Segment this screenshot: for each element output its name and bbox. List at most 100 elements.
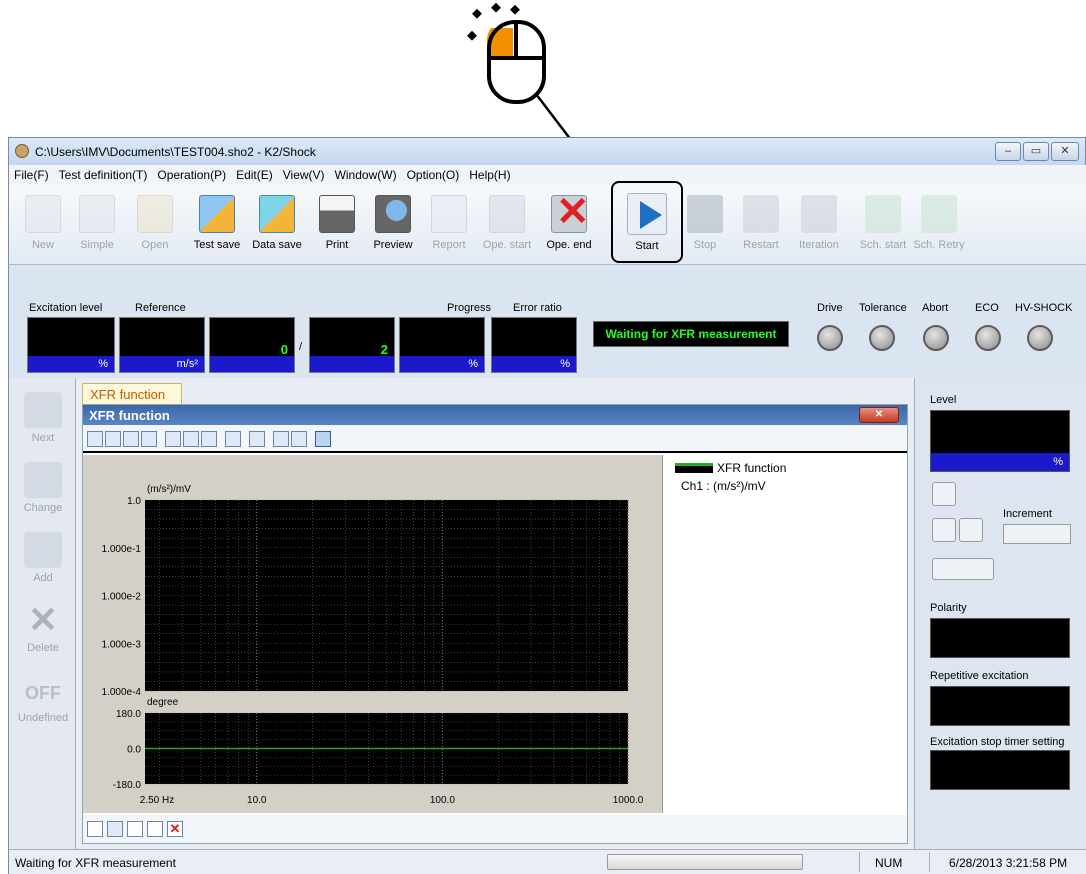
layout-horizontal-icon[interactable] (87, 821, 103, 837)
graph-toolbar (83, 425, 907, 453)
toolbar-preview-button[interactable]: Preview (365, 191, 421, 259)
zoom-icon[interactable] (165, 431, 181, 447)
statusbar-datetime: 6/28/2013 3:21:58 PM (949, 856, 1068, 870)
menu-view[interactable]: View(V) (278, 165, 330, 185)
undefined-button[interactable]: OFF Undefined (13, 670, 73, 734)
toolbar-restart-button[interactable]: Restart (733, 191, 789, 259)
subwindow-close-button[interactable]: ✕ (859, 407, 899, 423)
test-save-icon (199, 195, 235, 233)
progress-label: Progress (447, 302, 492, 314)
right-control-panel: Level % Increment Polarity Repetitive ex… (914, 378, 1086, 849)
repetitive-excitation-display (930, 686, 1070, 726)
toolbar-report-button[interactable]: Report (421, 191, 477, 259)
data-save-icon (259, 195, 295, 233)
off-icon: OFF (25, 683, 61, 703)
y-tick-label: 1.000e-3 (102, 639, 142, 650)
legend-swatch (675, 463, 713, 473)
scale-settings-icon[interactable] (249, 431, 265, 447)
toolbar-start-button[interactable]: Start (611, 181, 683, 263)
y-tick-label: -180.0 (113, 780, 142, 791)
graph-area: 1.0 1.000e-1 1.000e-2 1.000e-3 1.000e-4 (m/s²… (83, 455, 663, 813)
menu-operation[interactable]: Operation(P) (152, 165, 231, 185)
subwindow-titlebar: XFR function ✕ (83, 405, 907, 425)
pencil-icon (24, 462, 62, 498)
toolbar-open-button[interactable]: Open (127, 191, 183, 259)
next-button[interactable]: Next (13, 390, 73, 454)
maximize-button[interactable]: ▭ (1023, 142, 1049, 161)
menu-help[interactable]: Help(H) (464, 165, 515, 185)
properties-icon[interactable] (225, 431, 241, 447)
add-button[interactable]: Add (13, 530, 73, 594)
toolbar-ope-end-button[interactable]: ✕ Ope. end (541, 191, 597, 259)
main-toolbar: New Simple Open Test save Data save Prin… (8, 181, 1086, 265)
play-icon (627, 193, 667, 235)
eco-lamp-icon (975, 325, 1001, 351)
layout-tile-icon[interactable] (127, 821, 143, 837)
left-command-bar: Next Change Add ✕ Delete OFF Undefined (8, 378, 76, 849)
y-tick-label: 0.0 (127, 745, 141, 756)
add-icon (24, 532, 62, 568)
close-button[interactable]: ✕ (1051, 142, 1079, 161)
menu-file[interactable]: File(F) (9, 165, 54, 185)
toolbar-sch-retry-button[interactable]: Sch. Retry (911, 191, 967, 259)
menu-option[interactable]: Option(O) (402, 165, 465, 185)
menu-test-definition[interactable]: Test definition(T) (54, 165, 153, 185)
shrink-y-icon[interactable] (141, 431, 157, 447)
x-tick-label: 1000.0 (613, 795, 644, 806)
undo-zoom-icon[interactable] (201, 431, 217, 447)
count-total-display: 2 (309, 317, 395, 373)
reference-label: Reference (135, 302, 186, 314)
copy-icon[interactable] (273, 431, 289, 447)
toolbar-stop-button[interactable]: Stop (677, 191, 733, 259)
minimize-button[interactable]: – (995, 142, 1021, 161)
level-up-icon[interactable] (932, 482, 956, 506)
progress-display: % (399, 317, 485, 373)
export-icon[interactable] (291, 431, 307, 447)
down-arrow-icon (24, 392, 62, 428)
level-down-icon[interactable] (932, 518, 956, 542)
y-tick-label: 1.000e-2 (102, 592, 142, 603)
x-tick-label: 10.0 (247, 795, 267, 806)
delete-button[interactable]: ✕ Delete (13, 600, 73, 664)
expand-y-icon[interactable] (123, 431, 139, 447)
x-tick-label: 2.50 Hz (140, 795, 174, 806)
toolbar-print-button[interactable]: Print (309, 191, 365, 259)
close-graph-icon[interactable]: ✕ (167, 821, 183, 837)
menu-window[interactable]: Window(W) (330, 165, 402, 185)
status-bar: Waiting for XFR measurement NUM 6/28/201… (8, 849, 1086, 874)
new-document-icon (25, 195, 61, 233)
y-axis-label: (m/s²)/mV (147, 484, 191, 495)
tab-xfr-function[interactable]: XFR function (82, 383, 182, 404)
abort-lamp-icon (923, 325, 949, 351)
increment-label: Increment (1003, 508, 1052, 520)
toolbar-iteration-button[interactable]: Iteration (791, 191, 847, 259)
increment-edit-icon[interactable] (959, 518, 983, 542)
xfr-function-window: XFR function ✕ 1.0 1.000e-1 1.000e-2 1.000e… (82, 404, 908, 844)
toolbar-sch-start-button[interactable]: Sch. start (855, 191, 911, 259)
shrink-x-icon[interactable] (105, 431, 121, 447)
statusbar-num: NUM (875, 856, 903, 870)
excitation-level-display: % (27, 317, 115, 373)
simple-document-icon (79, 195, 115, 233)
reference-display: m/s² (119, 317, 205, 373)
toolbar-new-button[interactable]: New (15, 191, 71, 259)
layout-cascade-icon[interactable] (147, 821, 163, 837)
level-label: Level (930, 394, 957, 406)
waveform-icon[interactable] (932, 558, 994, 580)
subwindow-title: XFR function (89, 408, 170, 423)
repetitive-excitation-label: Repetitive excitation (930, 670, 1029, 682)
expand-x-icon[interactable] (87, 431, 103, 447)
toolbar-simple-button[interactable]: Simple (69, 191, 125, 259)
graph-settings-icon[interactable] (183, 431, 199, 447)
change-button[interactable]: Change (13, 460, 73, 524)
toolbar-ope-start-button[interactable]: Ope. start (479, 191, 535, 259)
layout-vertical-icon[interactable] (107, 821, 123, 837)
menu-edit[interactable]: Edit(E) (231, 165, 278, 185)
toolbar-test-save-button[interactable]: Test save (189, 191, 245, 259)
legend-toggle-icon[interactable] (315, 431, 331, 447)
count-separator: / (299, 341, 303, 353)
toolbar-data-save-button[interactable]: Data save (249, 191, 305, 259)
legend-channel: Ch1 : (m/s²)/mV (681, 479, 766, 493)
level-display: % (930, 410, 1070, 472)
increment-input[interactable] (1003, 524, 1071, 544)
